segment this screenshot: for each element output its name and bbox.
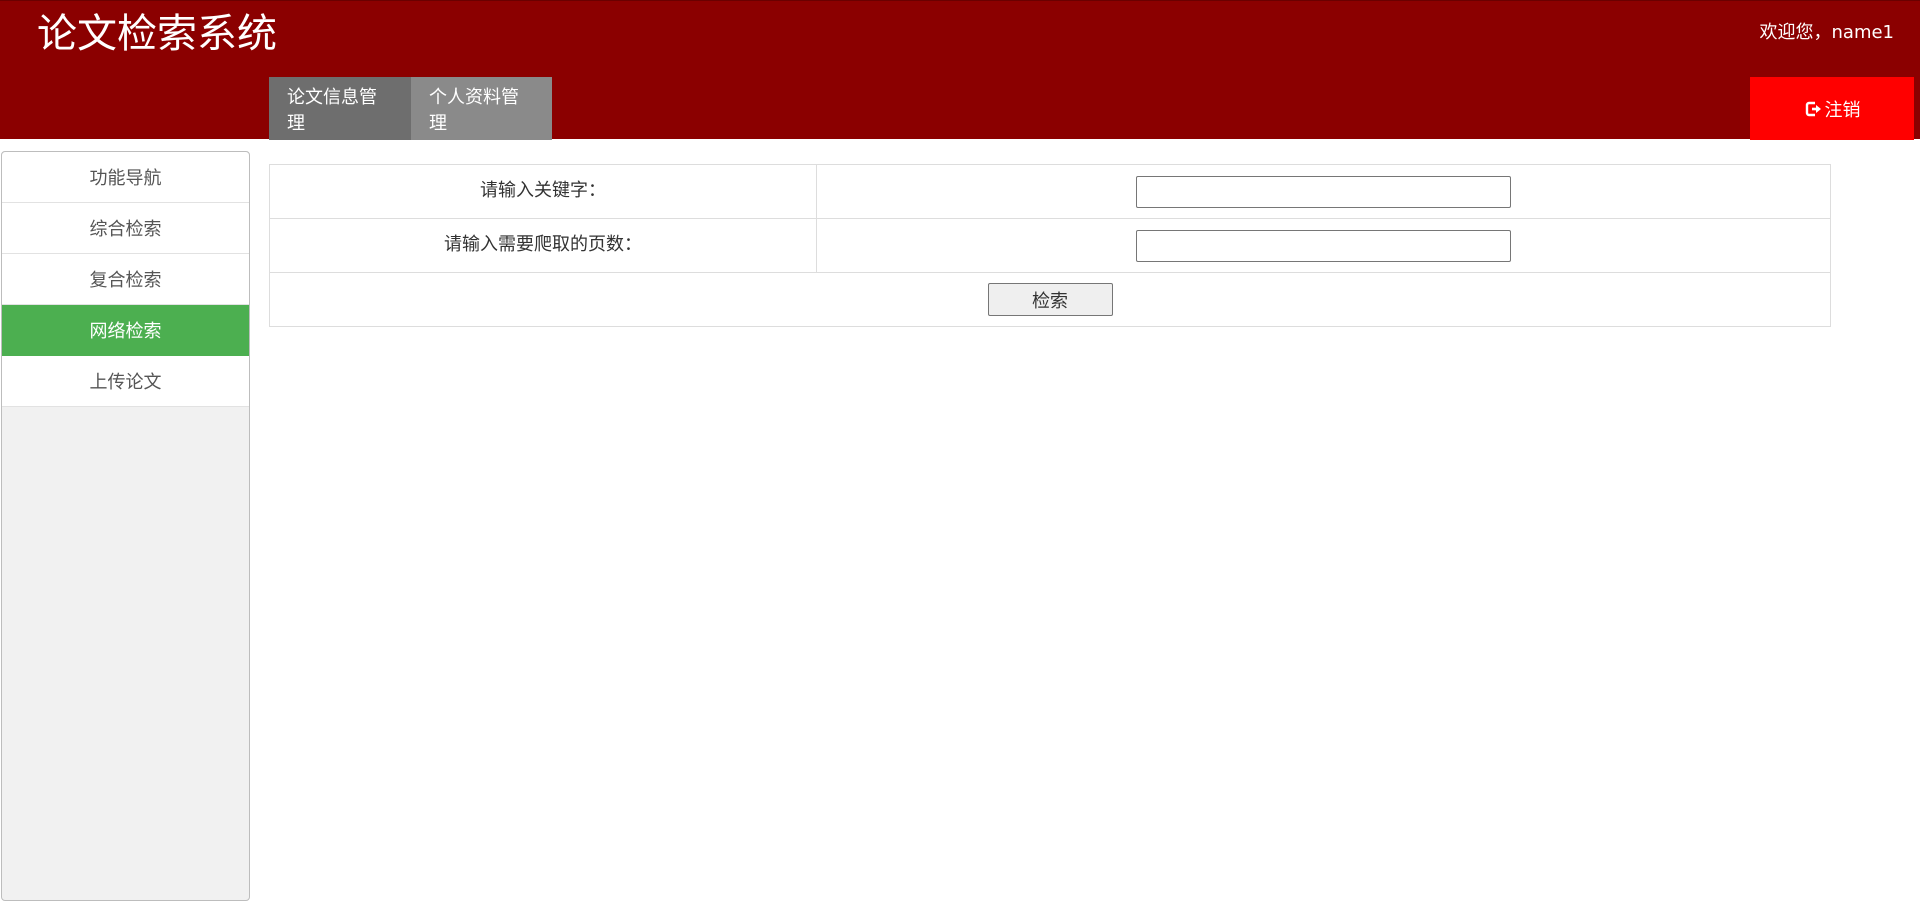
pages-input-cell: [816, 218, 1831, 273]
sidebar-item-web-search[interactable]: 网络检索: [2, 305, 249, 356]
sidebar-item-general-search[interactable]: 综合检索: [2, 203, 249, 254]
sign-out-icon: [1804, 99, 1824, 119]
sidebar-item-compound-search[interactable]: 复合检索: [2, 254, 249, 305]
pages-row: 请输入需要爬取的页数：: [269, 218, 1831, 273]
tab-paper-info-management[interactable]: 论文信息管理: [269, 77, 411, 140]
top-nav-tabs: 论文信息管理 个人资料管理: [269, 77, 552, 140]
web-search-form: 请输入关键字： 请输入需要爬取的页数： 检索: [269, 164, 1831, 327]
sidebar: 功能导航 综合检索 复合检索 网络检索 上传论文: [1, 151, 250, 901]
button-cell: 检索: [269, 272, 1831, 327]
sidebar-item-function-nav[interactable]: 功能导航: [2, 152, 249, 203]
search-button[interactable]: 检索: [987, 283, 1113, 316]
keyword-input[interactable]: [1136, 175, 1511, 208]
button-row: 检索: [269, 272, 1831, 327]
sidebar-item-upload-paper[interactable]: 上传论文: [2, 356, 249, 407]
app-title: 论文检索系统: [37, 11, 277, 57]
pages-input[interactable]: [1136, 229, 1511, 262]
logout-label: 注销: [1824, 99, 1861, 121]
top-header: 论文检索系统 欢迎您，name1 论文信息管理 个人资料管理 注销: [0, 0, 1920, 140]
logout-button[interactable]: 注销: [1750, 77, 1914, 140]
keyword-label: 请输入关键字：: [269, 164, 817, 219]
keyword-input-cell: [816, 164, 1831, 219]
tab-profile-management[interactable]: 个人资料管理: [411, 77, 552, 140]
welcome-text: 欢迎您，name1: [1759, 22, 1895, 43]
pages-label: 请输入需要爬取的页数：: [269, 218, 817, 273]
keyword-row: 请输入关键字：: [269, 164, 1831, 219]
